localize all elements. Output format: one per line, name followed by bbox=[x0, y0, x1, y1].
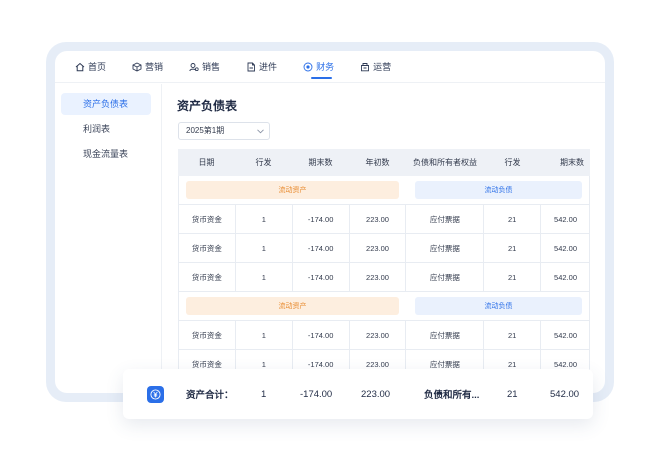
cube-icon bbox=[132, 61, 142, 72]
summary-end: -174.00 bbox=[300, 388, 333, 400]
cell-liab-item: 应付票据 bbox=[406, 205, 485, 233]
current-liabilities-badge: 流动负债 bbox=[415, 297, 582, 315]
cell-item: 货币资金 bbox=[179, 263, 236, 291]
summary-start: 223.00 bbox=[361, 388, 391, 400]
cell-item: 货币资金 bbox=[179, 321, 236, 349]
header-start-balance: 年初数 bbox=[365, 158, 390, 167]
current-liabilities-badge: 流动负债 bbox=[415, 181, 582, 199]
header-liab-end-balance: 期末数 bbox=[560, 158, 584, 167]
table-header: 日期 行发 期末数 年初数 负债和所有者权益 行发 期末数 bbox=[178, 149, 590, 176]
period-select[interactable]: 2025第1期 bbox=[178, 122, 270, 140]
nav-operations[interactable]: 运营 bbox=[360, 51, 391, 83]
cell-item: 货币资金 bbox=[179, 205, 236, 233]
nav-home-label: 首页 bbox=[88, 62, 107, 72]
balance-sheet-table: 日期 行发 期末数 年初数 负债和所有者权益 行发 期末数 流动资产 流动负债 … bbox=[178, 149, 590, 379]
finance-icon bbox=[303, 62, 313, 71]
cell-liab-line: 21 bbox=[484, 205, 542, 233]
cell-start: 223.00 bbox=[350, 234, 407, 262]
sidebar-item-cash-flow[interactable]: 现金流量表 bbox=[61, 143, 151, 165]
nav-finance-label: 财务 bbox=[316, 62, 335, 72]
sidebar-item-balance-sheet[interactable]: 资产负债表 bbox=[61, 93, 151, 115]
nav-home[interactable]: 首页 bbox=[75, 51, 106, 83]
cell-liab-end: 542.00 bbox=[541, 205, 590, 233]
home-icon bbox=[75, 62, 85, 71]
table-row[interactable]: 货币资金 1 -174.00 223.00 应付票据 21 542.00 bbox=[178, 321, 590, 350]
cell-liab-line: 21 bbox=[484, 234, 542, 262]
current-assets-badge: 流动资产 bbox=[186, 297, 399, 315]
summary-liab-label: 负债和所有... bbox=[424, 390, 480, 401]
main-content: 资产负债表 2025第1期 日期 行发 期末数 年初数 负债和所有者权益 行发 … bbox=[163, 84, 605, 393]
sidebar-item-income-statement[interactable]: 利润表 bbox=[61, 118, 151, 140]
cell-line: 1 bbox=[236, 321, 293, 349]
section-row: 流动资产 流动负债 bbox=[178, 176, 590, 205]
period-select-value: 2025第1期 bbox=[186, 126, 225, 135]
yuan-icon bbox=[150, 389, 161, 400]
cell-item: 货币资金 bbox=[179, 234, 236, 262]
cell-liab-end: 542.00 bbox=[541, 234, 590, 262]
nav-onboarding-label: 进件 bbox=[259, 62, 278, 72]
summary-line: 1 bbox=[261, 388, 267, 400]
nav-sales-label: 销售 bbox=[202, 62, 221, 72]
summary-liab-line: 21 bbox=[507, 388, 518, 400]
nav-marketing[interactable]: 营销 bbox=[132, 51, 163, 83]
cell-liab-line: 21 bbox=[484, 263, 542, 291]
summary-liab-end: 542.00 bbox=[550, 388, 580, 400]
summary-label: 资产合计： bbox=[186, 390, 234, 401]
table-row[interactable]: 货币资金 1 -174.00 223.00 应付票据 21 542.00 bbox=[178, 234, 590, 263]
asset-total-summary: 资产合计： 1 -174.00 223.00 负债和所有... 21 542.0… bbox=[123, 369, 593, 419]
nav-finance[interactable]: 财务 bbox=[303, 51, 334, 83]
cell-liab-end: 542.00 bbox=[541, 263, 590, 291]
cell-liab-item: 应付票据 bbox=[406, 234, 485, 262]
cell-liab-item: 应付票据 bbox=[406, 263, 485, 291]
current-assets-badge: 流动资产 bbox=[186, 181, 399, 199]
operations-icon bbox=[361, 62, 370, 71]
section-row: 流动资产 流动负债 bbox=[178, 292, 590, 321]
cell-end: -174.00 bbox=[293, 321, 350, 349]
summary-icon bbox=[147, 386, 164, 403]
cell-end: -174.00 bbox=[293, 205, 350, 233]
cell-line: 1 bbox=[236, 205, 293, 233]
cell-start: 223.00 bbox=[350, 205, 407, 233]
cell-start: 223.00 bbox=[350, 321, 407, 349]
nav-onboarding[interactable]: 进件 bbox=[246, 51, 277, 83]
page-title: 资产负债表 bbox=[177, 99, 238, 113]
cell-line: 1 bbox=[236, 263, 293, 291]
cell-line: 1 bbox=[236, 234, 293, 262]
app-window: 首页 营销 销售 进件 财务 运营 资产负债表 利润表 现金流量表 资产负债表 bbox=[55, 51, 605, 393]
nav-sales[interactable]: 销售 bbox=[189, 51, 220, 83]
chevron-down-icon bbox=[257, 129, 264, 134]
cell-liab-end: 542.00 bbox=[541, 321, 590, 349]
sidebar: 资产负债表 利润表 现金流量表 bbox=[55, 84, 162, 393]
header-liabilities-equity: 负债和所有者权益 bbox=[413, 158, 477, 167]
header-end-balance: 期末数 bbox=[308, 158, 333, 167]
document-icon bbox=[247, 62, 255, 71]
cell-start: 223.00 bbox=[350, 263, 407, 291]
header-line: 行发 bbox=[255, 158, 272, 167]
nav-marketing-label: 营销 bbox=[145, 62, 164, 72]
cell-end: -174.00 bbox=[293, 234, 350, 262]
cell-liab-item: 应付票据 bbox=[406, 321, 485, 349]
top-nav: 首页 营销 销售 进件 财务 运营 bbox=[55, 51, 605, 83]
nav-operations-label: 运营 bbox=[373, 62, 392, 72]
table-row[interactable]: 货币资金 1 -174.00 223.00 应付票据 21 542.00 bbox=[178, 205, 590, 234]
header-liab-line: 行发 bbox=[504, 158, 521, 167]
user-sales-icon bbox=[189, 62, 199, 71]
cell-end: -174.00 bbox=[293, 263, 350, 291]
header-date: 日期 bbox=[198, 158, 215, 167]
cell-liab-line: 21 bbox=[484, 321, 542, 349]
table-row[interactable]: 货币资金 1 -174.00 223.00 应付票据 21 542.00 bbox=[178, 263, 590, 292]
